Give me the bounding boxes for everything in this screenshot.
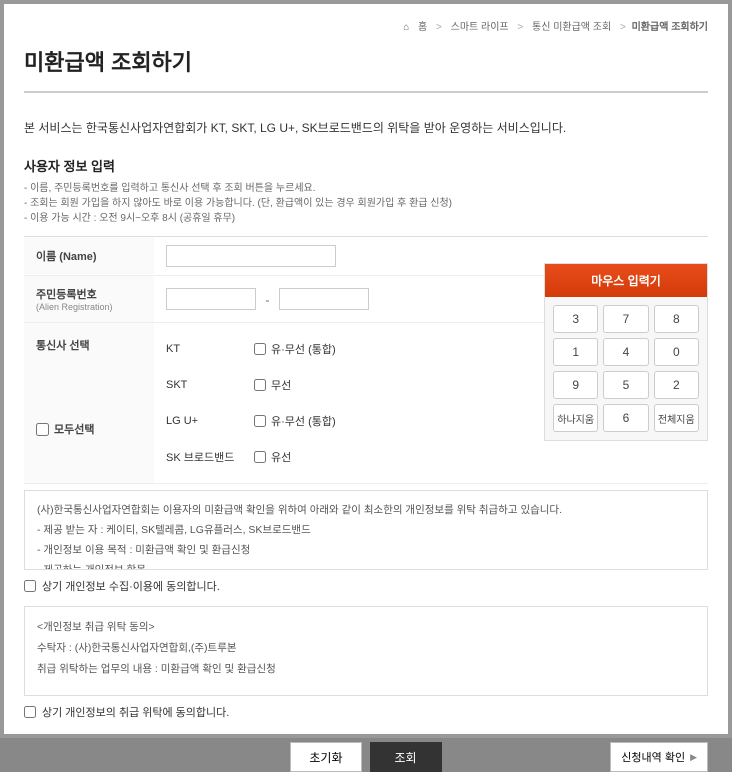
select-all-checkbox[interactable] [36, 423, 49, 436]
history-button-label: 신청내역 확인 [621, 749, 685, 765]
consent-text: 취급 위탁하는 업무의 내용 : 미환급액 확인 및 환급신청 [37, 659, 695, 680]
consent-2-label: 상기 개인정보의 취급 위탁에 동의합니다. [42, 704, 229, 720]
breadcrumb-sep: > [436, 22, 442, 33]
carrier-name-skb: SK 브로드밴드 [166, 449, 254, 465]
keypad-clear[interactable]: 전체지움 [654, 404, 699, 432]
breadcrumb: ⌂ 홈 > 스마트 라이프 > 통신 미환급액 조회 > 미환급액 조회하기 [24, 14, 708, 37]
consent-text: - 제공 받는 자 : 케이티, SK텔레콤, LG유플러스, SK브로드밴드 [37, 521, 695, 541]
name-input[interactable] [166, 245, 336, 267]
note-line: - 이용 가능 시간 : 오전 9시~오후 8시 (공휴일 휴무) [24, 211, 708, 226]
history-button[interactable]: 신청내역 확인 ▶ [610, 742, 708, 772]
home-icon: ⌂ [403, 22, 409, 33]
keypad-key[interactable]: 9 [553, 371, 598, 399]
consent-1-check[interactable]: 상기 개인정보 수집·이용에 동의합니다. [24, 570, 708, 602]
rrn-input-2[interactable] [279, 288, 369, 310]
consent-text: 수탁자 : (사)한국통신사업자연합회,(주)트루본 [37, 638, 695, 659]
note-line: - 이름, 주민등록번호를 입력하고 통신사 선택 후 조회 버튼을 누르세요. [24, 181, 708, 196]
consent-text: <개인정보 취급 위탁 동의> [37, 617, 695, 638]
note-line: - 조회는 회원 가입을 하지 않아도 바로 이용 가능합니다. (단, 환급액… [24, 196, 708, 211]
select-all-label[interactable]: 모두선택 [36, 421, 142, 437]
carrier-opt-skb[interactable]: 유선 [254, 449, 291, 465]
keypad-key[interactable]: 4 [603, 338, 648, 366]
carrier-checkbox-kt[interactable] [254, 343, 266, 355]
consent-box-2[interactable]: <개인정보 취급 위탁 동의> 수탁자 : (사)한국통신사업자연합회,(주)트… [24, 606, 708, 696]
page-title: 미환급액 조회하기 [24, 37, 708, 91]
rrn-label-sub: (Alien Registration) [36, 302, 142, 312]
carrier-name-lgu: LG U+ [166, 415, 254, 427]
breadcrumb-sep: > [620, 22, 626, 33]
breadcrumb-l1[interactable]: 스마트 라이프 [451, 22, 509, 33]
service-description: 본 서비스는 한국통신사업자연합회가 KT, SKT, LG U+, SK브로드… [24, 119, 708, 136]
action-bar: 초기화 조회 신청내역 확인 ▶ [24, 728, 708, 772]
consent-text: - 제공하는 개인정보 항목 [37, 561, 695, 570]
consent-text: - 개인정보 이용 목적 : 미환급액 확인 및 환급신청 [37, 541, 695, 561]
keypad-key[interactable]: 8 [654, 305, 699, 333]
breadcrumb-current: 미환급액 조회하기 [632, 22, 708, 33]
title-divider [24, 91, 708, 93]
carrier-opt-lgu[interactable]: 유·무선 (통합) [254, 413, 336, 429]
consent-1-label: 상기 개인정보 수집·이용에 동의합니다. [42, 578, 220, 594]
keypad-key[interactable]: 1 [553, 338, 598, 366]
keypad-key[interactable]: 7 [603, 305, 648, 333]
carrier-opt-text: 유·무선 (통합) [271, 341, 336, 357]
keypad-key[interactable]: 0 [654, 338, 699, 366]
triangle-right-icon: ▶ [690, 752, 697, 763]
carrier-opt-text: 유·무선 (통합) [271, 413, 336, 429]
reset-button[interactable]: 초기화 [290, 742, 361, 772]
carrier-opt-kt[interactable]: 유·무선 (통합) [254, 341, 336, 357]
carrier-opt-text: 무선 [271, 377, 291, 393]
keypad-key[interactable]: 3 [553, 305, 598, 333]
keypad-grid: 3 7 8 1 4 0 9 5 2 하나지움 6 전체지움 [545, 297, 707, 440]
breadcrumb-sep: > [517, 22, 523, 33]
carrier-checkbox-lgu[interactable] [254, 415, 266, 427]
consent-2-checkbox[interactable] [24, 706, 36, 718]
consent-box-1[interactable]: (사)한국통신사업자연합회는 이용자의 미환급액 확인을 위하여 아래와 같이 … [24, 490, 708, 570]
carrier-checkbox-skt[interactable] [254, 379, 266, 391]
keypad-title: 마우스 입력기 [545, 264, 707, 297]
page-container: ⌂ 홈 > 스마트 라이프 > 통신 미환급액 조회 > 미환급액 조회하기 미… [0, 0, 732, 738]
name-label: 이름 (Name) [24, 238, 154, 274]
breadcrumb-home[interactable]: 홈 [418, 22, 427, 33]
keypad-key[interactable]: 2 [654, 371, 699, 399]
consent-2-check[interactable]: 상기 개인정보의 취급 위탁에 동의합니다. [24, 696, 708, 728]
consent-text: (사)한국통신사업자연합회는 이용자의 미환급액 확인을 위하여 아래와 같이 … [37, 501, 695, 521]
keypad-backspace[interactable]: 하나지움 [553, 404, 598, 432]
usage-notes: - 이름, 주민등록번호를 입력하고 통신사 선택 후 조회 버튼을 누르세요.… [24, 181, 708, 226]
form-area: 이름 (Name) 주민등록번호 (Alien Registration) - … [24, 236, 708, 484]
mouse-keypad: 마우스 입력기 3 7 8 1 4 0 9 5 2 하나지움 6 전체지움 [544, 263, 708, 441]
carrier-opt-text: 유선 [271, 449, 291, 465]
rrn-input-1[interactable] [166, 288, 256, 310]
carrier-label-cell: 통신사 선택 모두선택 [24, 323, 154, 483]
submit-button[interactable]: 조회 [370, 742, 442, 772]
carrier-checkbox-skb[interactable] [254, 451, 266, 463]
carrier-name-skt: SKT [166, 379, 254, 391]
keypad-key[interactable]: 6 [603, 404, 648, 432]
breadcrumb-l2[interactable]: 통신 미환급액 조회 [532, 22, 611, 33]
carrier-label: 통신사 선택 [36, 337, 142, 353]
rrn-label-text: 주민등록번호 [36, 289, 97, 301]
rrn-dash: - [265, 293, 269, 307]
carrier-opt-skt[interactable]: 무선 [254, 377, 291, 393]
section-title: 사용자 정보 입력 [24, 156, 708, 175]
rrn-label: 주민등록번호 (Alien Registration) [24, 276, 154, 322]
consent-1-checkbox[interactable] [24, 580, 36, 592]
keypad-key[interactable]: 5 [603, 371, 648, 399]
carrier-name-kt: KT [166, 343, 254, 355]
select-all-text: 모두선택 [54, 421, 94, 437]
carrier-skb: SK 브로드밴드 유선 [166, 439, 696, 475]
